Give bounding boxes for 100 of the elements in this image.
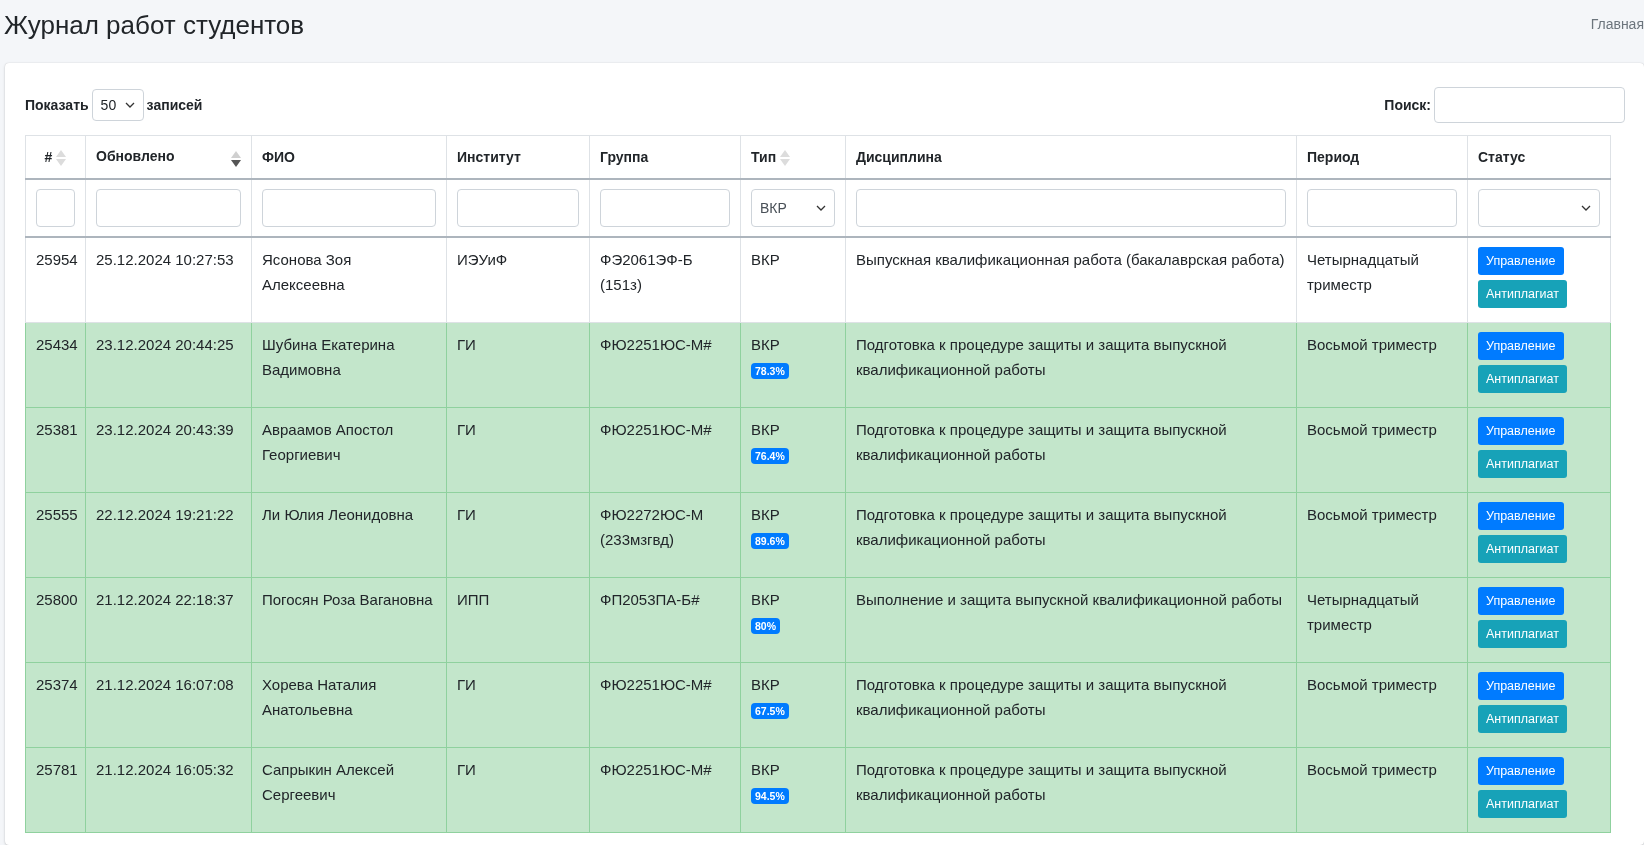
percent-badge: 78.3% <box>751 363 789 379</box>
antiplagiarism-button[interactable]: Антиплагиат <box>1478 450 1567 478</box>
table-cell-text: 21.12.2024 16:07:08 <box>96 675 235 695</box>
column-header[interactable]: Дисциплина <box>845 135 1297 179</box>
search-label: Поиск: <box>1384 97 1431 113</box>
manage-button[interactable]: Управление <box>1478 332 1564 360</box>
chevron-icon <box>1581 205 1591 211</box>
percent-badge: 80% <box>751 618 780 634</box>
table-cell-text: ИПП <box>457 590 491 610</box>
table-cell-text: ГИ <box>457 675 477 695</box>
breadcrumb-link[interactable]: Главная <box>1590 16 1644 32</box>
table-cell-text: Подготовка к процедуре защиты и защита выпускной квалификационной работы <box>856 335 1228 380</box>
table-cell-text: 25800 <box>36 590 75 610</box>
table-cell-text: 23.12.2024 20:43:39 <box>96 420 235 440</box>
table-cell-text: ФЮ2251ЮС-М# <box>600 760 713 780</box>
table-cell-text: Восьмой триместр <box>1307 675 1438 695</box>
antiplagiarism-button[interactable]: Антиплагиат <box>1478 280 1567 308</box>
table-cell-text: Сапрыкин Алексей Сергеевич <box>262 760 396 805</box>
table-cell-text: ВКР <box>751 420 781 440</box>
percent-badge: 67.5% <box>751 703 789 719</box>
chevron-icon <box>124 102 135 108</box>
table-cell-text: 25381 <box>36 420 75 440</box>
chevron-icon <box>816 205 826 211</box>
table-cell-text: Подготовка к процедуре защиты и защита выпускной квалификационной работы <box>856 420 1228 465</box>
table-cell-text: Ли Юлия Леонидовна <box>262 505 415 525</box>
table-cell-text: Хорева Наталия Анатольевна <box>262 675 378 720</box>
antiplagiarism-button[interactable]: Антиплагиат <box>1478 705 1567 733</box>
table-cell-text: Ясонова Зоя Алексеевна <box>262 250 353 295</box>
table-cell-text: ВКР <box>751 675 781 695</box>
column-header[interactable]: ФИО <box>251 135 447 179</box>
table-cell-text: Шубина Екатерина Вадимовна <box>262 335 396 380</box>
table-cell-text: Четырнадцатый триместр <box>1307 250 1420 295</box>
manage-button[interactable]: Управление <box>1478 417 1564 445</box>
manage-button[interactable]: Управление <box>1478 502 1564 530</box>
table-cell-text: ГИ <box>457 420 477 440</box>
table-cell-text: Выпускная квалификационная работа (бакалаврская работа) <box>856 250 1286 270</box>
table-cell-text: Погосян Роза Вагановна <box>262 590 434 610</box>
table-cell-text: ВКР <box>751 335 781 355</box>
table-cell-text: ФЮ2272ЮС-М (233мзгвд) <box>600 505 705 550</box>
column-header[interactable]: Обновлено <box>85 135 252 179</box>
column-header[interactable]: Тип <box>740 135 846 179</box>
page-title: Журнал работ студентов <box>4 10 305 41</box>
antiplagiarism-button[interactable]: Антиплагиат <box>1478 790 1567 818</box>
table-cell-text: ГИ <box>457 335 477 355</box>
filter-field[interactable] <box>96 189 241 227</box>
table-cell-text: ГИ <box>457 760 477 780</box>
column-header[interactable]: Институт <box>446 135 590 179</box>
filter-field[interactable] <box>600 189 730 227</box>
table-cell-text: Подготовка к процедуре защиты и защита выпускной квалификационной работы <box>856 505 1228 550</box>
column-header[interactable]: Период <box>1296 135 1468 179</box>
manage-button[interactable]: Управление <box>1478 247 1564 275</box>
percent-badge: 94.5% <box>751 788 789 804</box>
table-cell-text: Подготовка к процедуре защиты и защита выпускной квалификационной работы <box>856 760 1228 805</box>
table-cell-text: ФП2053ПА-Б# <box>600 590 701 610</box>
length-label: записей <box>146 97 203 113</box>
table-cell-text: Подготовка к процедуре защиты и защита выпускной квалификационной работы <box>856 675 1228 720</box>
antiplagiarism-button[interactable]: Антиплагиат <box>1478 365 1567 393</box>
table-cell-text: Восьмой триместр <box>1307 420 1438 440</box>
column-header[interactable]: Группа <box>589 135 741 179</box>
table-cell-text: 25555 <box>36 505 75 525</box>
filter-select[interactable]: ВКР <box>751 189 835 227</box>
antiplagiarism-button[interactable]: Антиплагиат <box>1478 535 1567 563</box>
table-cell-text: 25.12.2024 10:27:53 <box>96 250 235 270</box>
percent-badge: 76.4% <box>751 448 789 464</box>
table-cell-text: ГИ <box>457 505 477 525</box>
percent-badge: 89.6% <box>751 533 789 549</box>
table-cell-text: 23.12.2024 20:44:25 <box>96 335 235 355</box>
table-cell-text: Авраамов Апостол Георгиевич <box>262 420 395 465</box>
table-cell-text: Восьмой триместр <box>1307 760 1438 780</box>
column-header[interactable]: Статус <box>1467 135 1611 179</box>
filter-field[interactable] <box>262 189 436 227</box>
table-cell-text: ФЮ2251ЮС-М# <box>600 675 713 695</box>
table-cell-text: 22.12.2024 19:21:22 <box>96 505 235 525</box>
antiplagiarism-button[interactable]: Антиплагиат <box>1478 620 1567 648</box>
filter-field[interactable] <box>36 189 75 227</box>
table-cell-text: Восьмой триместр <box>1307 505 1438 525</box>
table-cell-text: ФЭ2061ЭФ-Б (151з) <box>600 250 694 295</box>
manage-button[interactable]: Управление <box>1478 757 1564 785</box>
table-cell-text: 21.12.2024 16:05:32 <box>96 760 235 780</box>
table-cell-text: Восьмой триместр <box>1307 335 1438 355</box>
table-cell-text: Выполнение и защита выпускной квалификационной работы <box>856 590 1284 610</box>
search-field[interactable] <box>1434 87 1625 123</box>
table-cell-text: ФЮ2251ЮС-М# <box>600 335 713 355</box>
column-header[interactable]: # <box>25 135 86 179</box>
manage-button[interactable]: Управление <box>1478 587 1564 615</box>
table-cell-text: 25781 <box>36 760 75 780</box>
table-cell-text: ВКР <box>751 590 781 610</box>
table-cell-text: 21.12.2024 22:18:37 <box>96 590 235 610</box>
table-cell-text: ИЭУиФ <box>457 250 509 270</box>
table-cell-text: Четырнадцатый триместр <box>1307 590 1420 635</box>
filter-select[interactable] <box>1478 189 1600 227</box>
page-length-select[interactable]: 50 <box>91 89 144 121</box>
filter-field[interactable] <box>1307 189 1457 227</box>
filter-field[interactable] <box>457 189 579 227</box>
table-cell-text: ФЮ2251ЮС-М# <box>600 420 713 440</box>
table-cell-text: ВКР <box>751 250 781 270</box>
table-cell-text: ВКР <box>751 760 781 780</box>
manage-button[interactable]: Управление <box>1478 672 1564 700</box>
filter-field[interactable] <box>856 189 1286 227</box>
length-label: Показать <box>25 97 89 113</box>
